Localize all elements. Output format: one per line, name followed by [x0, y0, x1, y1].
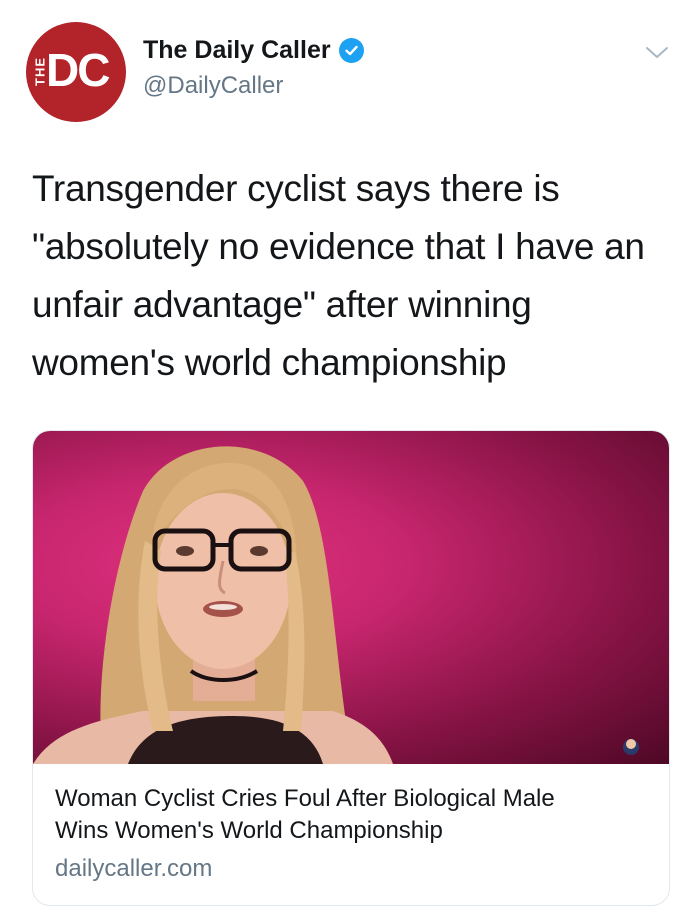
link-card[interactable]: Woman Cyclist Cries Foul After Biologica… [32, 430, 670, 906]
chevron-down-icon[interactable] [644, 44, 670, 62]
person-photo [33, 446, 639, 764]
tweet-line: Transgender cyclist says there is [32, 168, 560, 209]
handle[interactable]: @DailyCaller [143, 72, 283, 100]
card-domain[interactable]: dailycaller.com [55, 855, 212, 883]
tweet-text: Transgender cyclist says there is "absol… [32, 160, 672, 392]
tweet: THE DC The Daily Caller @DailyCaller Tra… [0, 0, 700, 906]
card-image[interactable] [33, 431, 669, 764]
tweet-line: unfair advantage" after winning [32, 284, 532, 325]
avatar-logo-text: DC [46, 44, 110, 96]
tweet-line: "absolutely no evidence that I have an [32, 226, 645, 267]
card-title-line: Woman Cyclist Cries Foul After Biologica… [55, 785, 555, 812]
display-name-row[interactable]: The Daily Caller [143, 36, 364, 65]
verified-badge-icon [338, 38, 364, 63]
card-title-line: Wins Women's World Championship [55, 817, 443, 844]
avatar[interactable]: THE DC [26, 22, 126, 122]
display-name[interactable]: The Daily Caller [143, 36, 331, 65]
tweet-line: women's world championship [32, 342, 507, 383]
card-title[interactable]: Woman Cyclist Cries Foul After Biologica… [55, 783, 655, 847]
